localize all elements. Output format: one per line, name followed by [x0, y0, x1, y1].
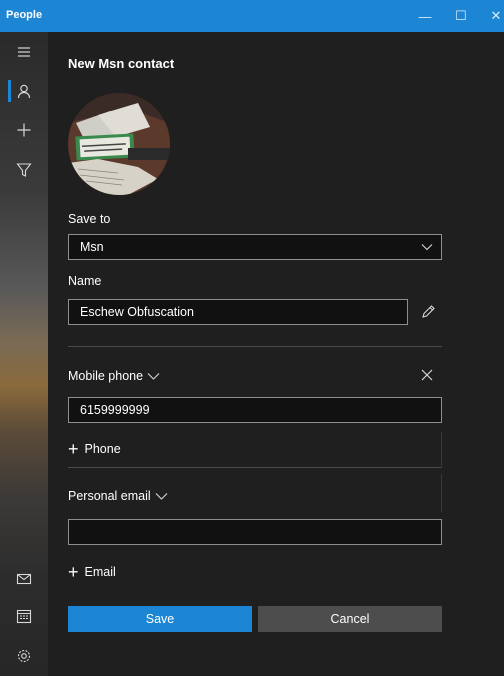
edit-name-pencil-icon[interactable]	[421, 305, 435, 319]
title-bar: People — ☐ ✕	[0, 0, 504, 32]
calendar-icon	[16, 609, 32, 624]
plus-icon	[17, 123, 31, 137]
close-window-button[interactable]: ✕	[476, 0, 504, 32]
add-phone-label: Phone	[84, 442, 121, 456]
save-button[interactable]: Save	[68, 606, 252, 632]
section-divider	[68, 467, 442, 468]
chevron-down-icon	[147, 373, 160, 380]
settings-icon	[17, 649, 31, 663]
app-title: People	[6, 9, 43, 21]
save-to-dropdown[interactable]: Msn	[68, 234, 442, 260]
close-icon: ✕	[490, 8, 502, 23]
sidebar-item-mail[interactable]	[0, 561, 48, 597]
save-to-label: Save to	[68, 212, 111, 226]
phone-field-value: 6159999999	[80, 403, 150, 417]
section-edge	[441, 432, 442, 466]
sidebar-item-people[interactable]	[0, 73, 48, 109]
maximize-button[interactable]: ☐	[441, 0, 481, 32]
hamburger-menu-icon	[18, 47, 30, 57]
minimize-icon: —	[418, 8, 432, 24]
name-field-value: Eschew Obfuscation	[80, 305, 194, 319]
person-icon	[17, 84, 31, 99]
phone-field[interactable]: 6159999999	[68, 397, 442, 423]
section-divider	[68, 346, 442, 347]
email-type-selector[interactable]: Personal email	[68, 489, 168, 503]
remove-phone-icon[interactable]	[421, 369, 433, 381]
sidebar	[0, 32, 48, 676]
maximize-icon: ☐	[455, 8, 467, 23]
filter-icon	[16, 163, 32, 177]
add-phone-button[interactable]: + Phone	[68, 440, 121, 458]
name-label: Name	[68, 274, 102, 288]
section-edge	[441, 474, 442, 512]
add-email-label: Email	[84, 565, 116, 579]
plus-icon: +	[68, 562, 79, 582]
page-title: New Msn contact	[68, 56, 175, 71]
menu-button[interactable]	[0, 34, 48, 70]
contact-photo[interactable]	[68, 93, 170, 195]
phone-type-selector[interactable]: Mobile phone	[68, 369, 160, 383]
email-type-label: Personal email	[68, 489, 151, 503]
add-contact-button[interactable]	[0, 112, 48, 148]
save-to-value: Msn	[80, 240, 104, 254]
name-field[interactable]: Eschew Obfuscation	[68, 299, 408, 325]
sidebar-item-calendar[interactable]	[0, 598, 48, 634]
plus-icon: +	[68, 439, 79, 459]
filter-button[interactable]	[0, 152, 48, 188]
minimize-button[interactable]: —	[405, 0, 445, 32]
email-field[interactable]	[68, 519, 442, 545]
phone-type-label: Mobile phone	[68, 369, 144, 383]
sidebar-item-settings[interactable]	[0, 638, 48, 674]
cancel-button[interactable]: Cancel	[258, 606, 442, 632]
chevron-down-icon	[155, 493, 168, 500]
add-email-button[interactable]: + Email	[68, 563, 116, 581]
chevron-down-icon	[421, 244, 433, 251]
mail-icon	[16, 573, 32, 585]
contact-photo-image	[68, 93, 170, 195]
